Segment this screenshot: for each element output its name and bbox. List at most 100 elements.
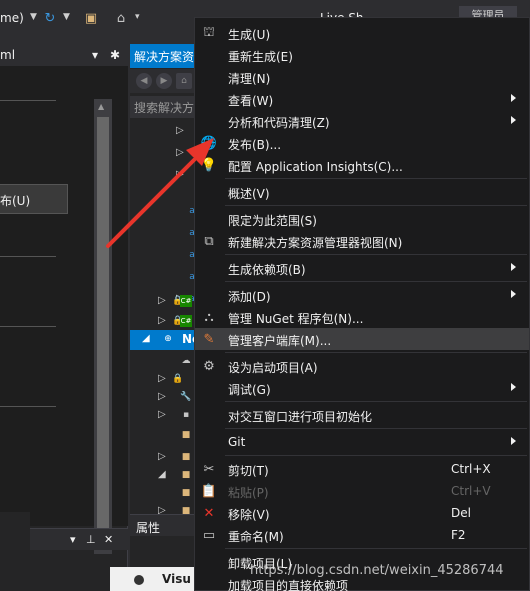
tree-row[interactable]: ▷ 🔒 C# bbox=[130, 312, 194, 332]
menu-item-cut[interactable]: ✂ 剪切(T) Ctrl+X bbox=[195, 458, 529, 480]
tree-row[interactable]: a bbox=[130, 224, 195, 244]
vertical-scrollbar[interactable]: ▲ ▼ bbox=[94, 99, 112, 554]
nuget-icon: ⛬ bbox=[204, 309, 214, 325]
menu-item-rename[interactable]: ▭ 重命名(M) F2 bbox=[195, 524, 529, 546]
expand-arrow-icon[interactable]: ▷ bbox=[158, 315, 166, 326]
build-icon: ⛫ bbox=[203, 24, 215, 40]
menu-item-label: 限定为此范围(S) bbox=[228, 214, 317, 228]
collapse-arrow-icon[interactable]: ◢ bbox=[142, 333, 150, 344]
close-icon[interactable]: ✕ bbox=[104, 533, 113, 546]
tree-row[interactable]: ■ bbox=[130, 484, 194, 504]
expand-arrow-icon[interactable]: ▷ bbox=[176, 169, 184, 180]
menu-item-build-deps[interactable]: 生成依赖项(B) bbox=[195, 257, 529, 279]
menu-item-interactive-init[interactable]: 对交互窗口进行项目初始化 bbox=[195, 404, 529, 426]
left-panel-tab-title[interactable]: ml bbox=[0, 48, 15, 62]
tree-row[interactable]: ▷ 🔧 bbox=[130, 388, 194, 408]
menu-item-shortcut: Ctrl+V bbox=[451, 484, 491, 498]
tree-row[interactable]: a bbox=[130, 202, 195, 222]
menu-item-nuget[interactable]: ⛬ 管理 NuGet 程序包(N)... bbox=[195, 306, 529, 328]
expand-arrow-icon[interactable]: ▷ bbox=[176, 147, 184, 158]
tree-row[interactable]: ◢ ■ bbox=[130, 466, 194, 486]
menu-item-label: 分析和代码清理(Z) bbox=[228, 116, 330, 130]
web-project-icon: ⊕ bbox=[164, 334, 172, 344]
forward-icon[interactable]: ▶ bbox=[156, 73, 172, 89]
menu-separator bbox=[225, 455, 527, 456]
rename-icon: ▭ bbox=[202, 527, 216, 543]
gear-icon: ⚙ bbox=[203, 358, 215, 374]
menu-item-label: 生成(U) bbox=[228, 28, 271, 42]
tree-row[interactable]: ▷ bbox=[130, 166, 194, 186]
expand-arrow-icon[interactable]: ▷ bbox=[176, 125, 184, 136]
tree-row[interactable]: ▷ 🔒 bbox=[130, 370, 194, 390]
popup-text: Visu bbox=[162, 572, 191, 586]
scrollbar-thumb[interactable] bbox=[97, 117, 109, 537]
menu-item-rebuild[interactable]: 重新生成(E) bbox=[195, 44, 529, 66]
menu-item-remove[interactable]: ✕ 移除(V) Del bbox=[195, 502, 529, 524]
tree-row[interactable]: ☁ bbox=[130, 352, 194, 372]
csharp-project-icon: C# bbox=[180, 315, 192, 327]
left-document-panel: ml ▾ ✱ 布(U) ▲ ▼ ▾ ⊥ ✕ bbox=[0, 44, 128, 591]
divider bbox=[0, 100, 56, 101]
pin-icon[interactable]: ⊥ bbox=[86, 533, 96, 546]
solution-explorer-title[interactable]: 解决方案资源管理器 bbox=[130, 44, 194, 68]
dropdown-icon[interactable]: ▾ bbox=[70, 533, 76, 546]
menu-item-set-startup[interactable]: ⚙ 设为启动项目(A) bbox=[195, 355, 529, 377]
project-context-menu: ⛫ 生成(U) 重新生成(E) 清理(N) 查看(W) 分析和代码清理(Z) 🌐… bbox=[194, 17, 530, 591]
tree-row[interactable]: ▷ 🔒 C# bbox=[130, 292, 194, 312]
paste-icon: 📋 bbox=[200, 483, 218, 499]
menu-item-label: 移除(V) bbox=[228, 508, 270, 522]
csharp-project-icon: C# bbox=[180, 295, 192, 307]
tree-row-selected[interactable]: ◢ ⊕ Ne bbox=[130, 330, 200, 350]
panel-settings-icon[interactable]: ✱ bbox=[110, 48, 120, 62]
expand-arrow-icon[interactable]: ▷ bbox=[158, 391, 166, 402]
menu-item-paste[interactable]: 📋 粘贴(P) Ctrl+V bbox=[195, 480, 529, 502]
expand-arrow-icon[interactable]: ▷ bbox=[158, 451, 166, 462]
home-dropdown-caret-icon[interactable]: ▾ bbox=[135, 12, 140, 22]
tree-row[interactable]: a bbox=[130, 246, 195, 266]
tree-row[interactable]: a bbox=[130, 268, 195, 288]
menu-item-label: Git bbox=[228, 435, 246, 449]
tree-row[interactable]: ▷ ▪ bbox=[130, 406, 194, 426]
menu-item-overview[interactable]: 概述(V) bbox=[195, 181, 529, 203]
menu-item-analyze[interactable]: 分析和代码清理(Z) bbox=[195, 110, 529, 132]
menu-item-publish[interactable]: 🌐 发布(B)... bbox=[195, 132, 529, 154]
visual-studio-popup[interactable]: Visu bbox=[110, 567, 200, 591]
solution-search-input[interactable]: 搜索解决方案资源管理器 bbox=[130, 96, 194, 118]
back-icon[interactable]: ◀ bbox=[136, 73, 152, 89]
menu-item-build[interactable]: ⛫ 生成(U) bbox=[195, 22, 529, 44]
expand-arrow-icon[interactable]: ▷ bbox=[158, 295, 166, 306]
home-icon[interactable]: ⌂ bbox=[176, 73, 192, 89]
menu-item-app-insights[interactable]: 💡 配置 Application Insights(C)... bbox=[195, 154, 529, 176]
config-dropdown-text[interactable]: me) bbox=[0, 11, 24, 25]
menu-item-scope[interactable]: 限定为此范围(S) bbox=[195, 208, 529, 230]
collapse-arrow-icon[interactable]: ◢ bbox=[158, 469, 166, 480]
scroll-up-icon[interactable]: ▲ bbox=[98, 102, 104, 111]
properties-panel-title[interactable]: 属性 bbox=[136, 519, 160, 536]
refresh-icon[interactable]: ↻ bbox=[41, 9, 59, 27]
divider bbox=[0, 326, 56, 327]
menu-separator bbox=[225, 548, 527, 549]
home-icon[interactable]: ⌂ bbox=[112, 9, 130, 27]
tree-row[interactable]: ▷ bbox=[130, 144, 194, 164]
menu-item-clean[interactable]: 清理(N) bbox=[195, 66, 529, 88]
solution-explorer-panel: 解决方案资源管理器 ◀ ▶ ⌂ 搜索解决方案资源管理器 ▷ ▷ ▷ a a a … bbox=[130, 44, 200, 591]
expand-arrow-icon[interactable]: ▷ bbox=[158, 373, 166, 384]
publish-button[interactable]: 布(U) bbox=[0, 184, 68, 214]
tree-row[interactable]: ▷ ■ bbox=[130, 448, 194, 468]
panel-dropdown-icon[interactable]: ▾ bbox=[92, 48, 98, 62]
menu-item-client-library[interactable]: ✎ 管理客户端库(M)... bbox=[195, 328, 529, 350]
menu-separator bbox=[225, 428, 527, 429]
menu-item-add[interactable]: 添加(D) bbox=[195, 284, 529, 306]
folder-sync-icon[interactable]: ▣ bbox=[82, 9, 100, 27]
refresh-dropdown-caret-icon[interactable]: ▼ bbox=[63, 12, 70, 22]
config-dropdown-caret-icon[interactable]: ▼ bbox=[30, 12, 37, 22]
menu-item-new-view[interactable]: ⧉ 新建解决方案资源管理器视图(N) bbox=[195, 230, 529, 252]
menu-item-git[interactable]: Git bbox=[195, 431, 529, 453]
menu-item-debug[interactable]: 调试(G) bbox=[195, 377, 529, 399]
menu-item-view[interactable]: 查看(W) bbox=[195, 88, 529, 110]
tree-row[interactable]: ▷ bbox=[130, 122, 194, 142]
remove-icon: ✕ bbox=[203, 505, 215, 521]
submenu-arrow-icon bbox=[511, 116, 516, 124]
tree-row[interactable]: ■ bbox=[130, 426, 194, 446]
expand-arrow-icon[interactable]: ▷ bbox=[158, 409, 166, 420]
